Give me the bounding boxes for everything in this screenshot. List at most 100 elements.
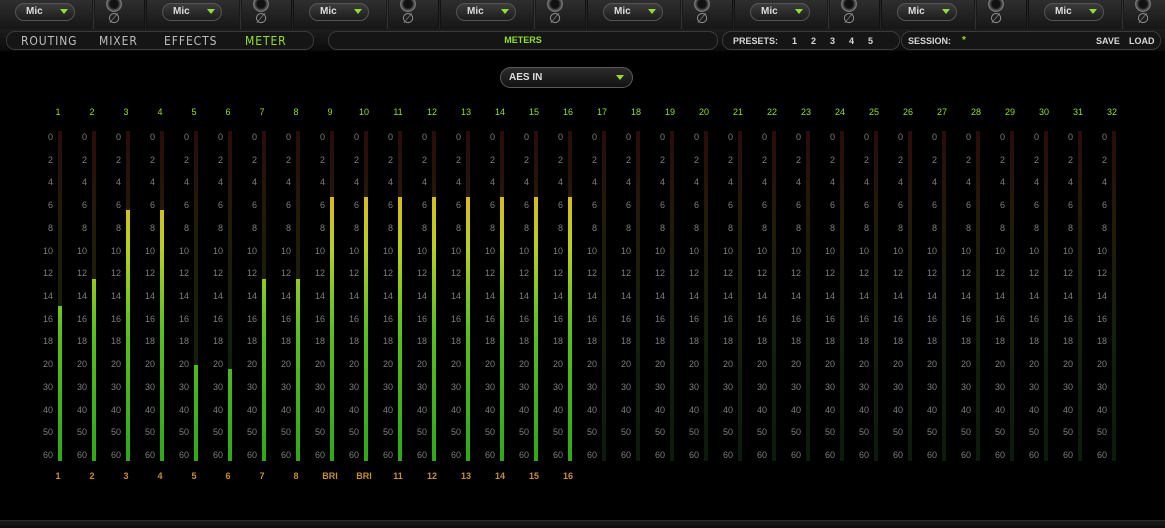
- channel-divider: [239, 0, 242, 29]
- input-source-select[interactable]: Mic: [750, 3, 810, 21]
- scale-tick-label: 60: [518, 450, 529, 460]
- preset-1-button[interactable]: 1: [792, 36, 797, 46]
- scale-tick-label: 12: [382, 268, 393, 279]
- phase-invert-icon[interactable]: ∅: [696, 11, 708, 27]
- scale-tick-label: 8: [761, 222, 767, 233]
- tab-mixer[interactable]: MIXER: [99, 34, 138, 48]
- scale-tick-label: 20: [518, 359, 529, 370]
- input-source-select[interactable]: Mic: [162, 3, 222, 21]
- scale-tick-label: 18: [1062, 336, 1073, 347]
- input-source-select[interactable]: Mic: [456, 3, 516, 21]
- scale-tick-label: 16: [518, 313, 529, 324]
- scale-tick-label: 0: [285, 132, 291, 142]
- scale-tick-label: 14: [552, 291, 563, 301]
- tab-meter[interactable]: METER: [245, 34, 287, 48]
- scale-tick-label: 10: [960, 245, 971, 256]
- input-source-select[interactable]: Mic: [603, 3, 663, 21]
- scale-tick-label: 10: [926, 245, 937, 256]
- scale-tick-label: 60: [484, 450, 495, 460]
- channel-divider: [827, 0, 830, 29]
- preset-2-button[interactable]: 2: [811, 36, 816, 46]
- save-button[interactable]: SAVE: [1096, 36, 1120, 46]
- scale-tick-label: 20: [178, 359, 189, 370]
- channel-number: 14: [494, 107, 505, 117]
- meter-track: [942, 131, 946, 461]
- scale-tick-label: 8: [965, 222, 971, 233]
- phase-invert-icon[interactable]: ∅: [1137, 11, 1149, 27]
- scale-tick-label: 18: [892, 336, 903, 347]
- preset-4-button[interactable]: 4: [849, 36, 854, 46]
- source-select[interactable]: AES IN: [500, 67, 633, 88]
- scale-tick-label: 50: [314, 427, 325, 438]
- phase-invert-icon[interactable]: ∅: [990, 11, 1002, 27]
- scale-tick-label: 6: [863, 200, 869, 211]
- input-source-select[interactable]: Mic: [1044, 3, 1104, 21]
- scale-tick-label: 14: [280, 291, 291, 301]
- meter-level-bar: [330, 197, 334, 461]
- session-bar: SESSION: * SAVE LOAD: [901, 31, 1161, 50]
- scale-tick-label: 50: [348, 427, 359, 438]
- scale-tick-label: 40: [858, 404, 869, 415]
- scale-tick-label: 12: [926, 268, 937, 279]
- channel-number: 6: [225, 107, 231, 117]
- scale-tick-label: 10: [722, 245, 733, 256]
- scale-tick-label: 30: [1062, 381, 1073, 392]
- page-title-bar: METERS: [328, 31, 718, 50]
- meter-track: [58, 131, 62, 461]
- meter-track: [364, 131, 368, 461]
- scale-tick-label: 40: [42, 404, 53, 415]
- phase-invert-icon[interactable]: ∅: [402, 11, 414, 27]
- scale-tick-label: 16: [178, 313, 189, 324]
- scale-tick-label: 14: [824, 291, 835, 301]
- input-source-select[interactable]: Mic: [309, 3, 369, 21]
- scale-tick-label: 18: [450, 336, 461, 347]
- scale-tick-label: 2: [1067, 154, 1073, 165]
- scale-tick-label: 12: [314, 268, 325, 279]
- scale-tick-label: 4: [897, 177, 903, 188]
- meter-track: [228, 131, 232, 461]
- scale-tick-label: 18: [212, 336, 223, 347]
- tab-effects[interactable]: EFFECTS: [164, 34, 217, 48]
- preset-5-button[interactable]: 5: [868, 36, 873, 46]
- phase-invert-icon[interactable]: ∅: [843, 11, 855, 27]
- tab-routing[interactable]: ROUTING: [21, 34, 77, 48]
- scale-tick-label: 30: [382, 381, 393, 392]
- channel-divider: [533, 0, 536, 29]
- phase-invert-icon[interactable]: ∅: [549, 11, 561, 27]
- session-name: *: [962, 35, 966, 46]
- scale-tick-label: 40: [994, 404, 1005, 415]
- scale-tick-label: 4: [1033, 177, 1039, 188]
- scale-tick-label: 0: [149, 132, 155, 142]
- channel-number: 17: [596, 107, 607, 117]
- scale-tick-label: 8: [727, 222, 733, 233]
- scale-tick-label: 0: [115, 132, 121, 142]
- scale-tick-label: 20: [586, 359, 597, 370]
- scale-tick-label: 6: [829, 200, 835, 211]
- scale-tick-label: 0: [47, 132, 53, 142]
- scale-tick-label: 16: [926, 313, 937, 324]
- scale-tick-label: 18: [144, 336, 155, 347]
- scale-tick-label: 40: [484, 404, 495, 415]
- scale-tick-label: 10: [246, 245, 257, 256]
- phase-invert-icon[interactable]: ∅: [255, 11, 267, 27]
- channel-divider: [92, 0, 95, 29]
- scale-tick-label: 16: [858, 313, 869, 324]
- scale-tick-label: 50: [620, 427, 631, 438]
- load-button[interactable]: LOAD: [1129, 36, 1155, 46]
- scale-tick-label: 14: [450, 291, 461, 301]
- meter-level-bar: [398, 197, 402, 461]
- output-label: BRI: [322, 471, 338, 481]
- channel-divider: [974, 0, 977, 29]
- scale-tick-label: 18: [1028, 336, 1039, 347]
- scale-tick-label: 18: [1096, 336, 1107, 347]
- presets-label: PRESETS:: [733, 36, 779, 46]
- preset-3-button[interactable]: 3: [830, 36, 835, 46]
- scale-tick-label: 12: [994, 268, 1005, 279]
- phase-invert-icon[interactable]: ∅: [108, 11, 120, 27]
- scale-tick-label: 20: [892, 359, 903, 370]
- input-source-select[interactable]: Mic: [15, 3, 75, 21]
- scale-tick-label: 40: [348, 404, 359, 415]
- scale-tick-label: 6: [1067, 200, 1073, 211]
- input-source-select[interactable]: Mic: [897, 3, 957, 21]
- scale-tick-label: 8: [897, 222, 903, 233]
